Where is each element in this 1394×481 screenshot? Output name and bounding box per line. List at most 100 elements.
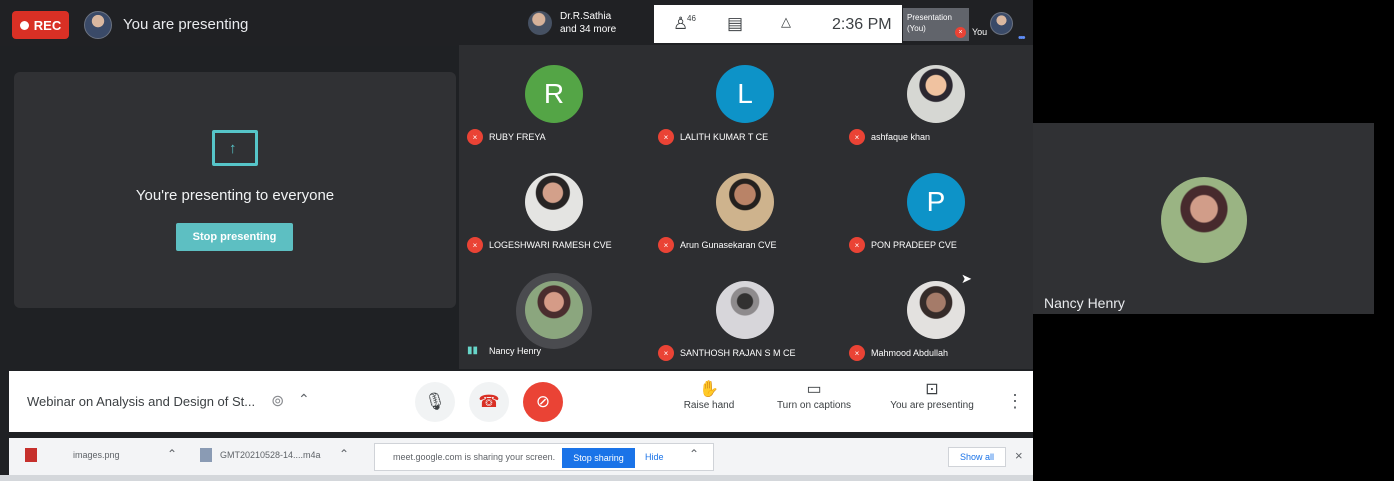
downloads-bar: images.png ⌃ GMT20210528-14....m4a ⌃ mee… [9,438,1033,475]
avatar: L [716,65,774,123]
recording-label: REC [33,17,62,33]
participant-tile[interactable]: × Arun Gunasekaran CVE [650,153,840,260]
participant-grid: R × RUBY FREYA L × LALITH KUMAR T CE × ashfaq… [459,45,1033,369]
upload-arrow-icon: ↑ [229,140,237,157]
presenting-panel: ↑ You're presenting to everyone Stop pre… [14,72,456,308]
participant-name: RUBY FREYA [489,132,546,142]
avatar [525,173,583,231]
microphone-icon: 🎙 [424,392,446,411]
present-screen-icon: ↑ [212,130,258,166]
show-all-button[interactable]: Show all [948,447,1006,467]
people-summary[interactable]: Dr.R.Sathia and 34 more [528,10,616,36]
avatar [1161,177,1247,263]
chat-icon[interactable]: ▤ [727,14,743,34]
hand-icon: ✋ [699,381,719,398]
participant-count: 46 [687,14,696,23]
presenting-message: You're presenting to everyone [135,187,335,204]
participant-tile[interactable]: P × PON PRADEEP CVE [841,153,1031,260]
people-more: and 34 more [560,24,617,35]
stop-presenting-button[interactable]: Stop presenting [176,223,293,251]
captions-button[interactable]: ▭ Turn on captions [771,380,857,411]
mic-off-icon: × [467,129,483,145]
image-file-icon [25,448,37,462]
people-avatar [528,11,552,35]
leave-call-button[interactable]: ☎ [469,382,509,422]
recording-badge: REC [12,11,69,39]
chevron-up-icon[interactable]: ⌃ [339,447,349,461]
mic-off-icon: × [658,129,674,145]
avatar [525,281,583,339]
microphone-button[interactable]: 🎙 [415,382,455,422]
participant-name: ashfaque khan [871,132,931,142]
presentation-tile[interactable]: Presentation (You) × [903,8,969,41]
mic-off-icon: × [849,345,865,361]
raise-hand-button[interactable]: ✋ Raise hand [671,380,747,411]
hide-button[interactable]: Hide [645,452,664,462]
avatar [907,281,965,339]
chevron-up-icon[interactable]: ⌃ [167,447,177,461]
muted-icon: × [955,27,966,38]
audio-level-icon: ▮▮ [467,345,479,356]
camera-off-button[interactable]: ⊘ [523,382,563,422]
participant-name: Arun Gunasekaran CVE [680,240,777,250]
presenting-status: You are presenting [123,16,249,33]
participant-tile[interactable]: × LOGESHWARI RAMESH CVE [459,153,649,260]
people-name: Dr.R.Sathia [560,11,612,22]
activities-icon[interactable]: △ [781,14,791,30]
raise-hand-label: Raise hand [683,400,735,411]
meeting-status-controls: ♙ 46 ▤ △ 2:36 PM [654,5,902,43]
download-item-name[interactable]: GMT20210528-14....m4a [220,450,321,460]
participant-tile[interactable]: L × LALITH KUMAR T CE [650,45,840,152]
mic-off-icon: × [849,237,865,253]
participant-name: LOGESHWARI RAMESH CVE [489,240,612,250]
screen-sharing-banner: meet.google.com is sharing your screen. … [374,443,714,471]
presenter-avatar [84,11,112,39]
record-dot-icon [19,20,29,30]
chevron-up-icon[interactable]: ⌃ [298,391,310,408]
presentation-label: Presentation [907,13,952,22]
mouse-cursor-icon: ➤ [961,271,972,286]
people-icon[interactable]: ♙ [673,14,688,34]
mic-off-icon: × [849,129,865,145]
bottom-toolbar: Webinar on Analysis and Design of St... … [9,371,1033,432]
top-bar: REC You are presenting Dr.R.Sathia and 34… [0,0,1033,46]
participant-tile[interactable]: × Mahmood Abdullah [841,261,1031,368]
self-avatar[interactable] [990,12,1013,35]
download-item-name[interactable]: images.png [73,450,120,460]
mic-off-icon: × [467,237,483,253]
participant-tile[interactable]: R × RUBY FREYA [459,45,649,152]
participant-tile[interactable]: ▮▮ Nancy Henry [459,261,649,368]
avatar: R [525,65,583,123]
you-are-presenting-label: You are presenting [890,400,974,411]
avatar [716,173,774,231]
google-meet-window: REC You are presenting Dr.R.Sathia and 34… [0,0,1033,481]
attachment-icon[interactable]: ⊚ [271,391,284,411]
hang-up-icon: ☎ [478,392,500,411]
participant-name: SANTHOSH RAJAN S M CE [680,348,796,358]
avatar [716,281,774,339]
present-status-button[interactable]: ⊡ You are presenting [887,380,977,411]
chevron-up-icon[interactable]: ⌃ [689,447,699,461]
camera-off-icon: ⊘ [535,392,551,411]
mic-off-icon: × [658,237,674,253]
more-options-vertical-icon[interactable]: ⋮ [1006,391,1024,412]
avatar [907,65,965,123]
more-options-icon[interactable]: ••• [1018,32,1025,44]
captions-label: Turn on captions [776,400,852,411]
taskbar-strip [0,475,1033,481]
speaker-preview: Nancy Henry [1033,123,1374,314]
participant-name: Mahmood Abdullah [871,348,949,358]
sharing-status: meet.google.com is sharing your screen. [393,452,556,462]
participant-name: PON PRADEEP CVE [871,240,957,250]
present-icon: ⊡ [925,381,939,398]
participant-tile[interactable]: × SANTHOSH RAJAN S M CE [650,261,840,368]
meeting-title[interactable]: Webinar on Analysis and Design of St... [27,394,255,409]
mic-off-icon: × [658,345,674,361]
close-icon[interactable]: × [1015,448,1023,463]
stop-sharing-button[interactable]: Stop sharing [562,448,635,468]
participant-tile[interactable]: × ashfaque khan [841,45,1031,152]
participant-name: Nancy Henry [489,345,542,356]
captions-icon: ▭ [806,381,822,398]
meeting-time: 2:36 PM [832,16,892,33]
avatar: P [907,173,965,231]
